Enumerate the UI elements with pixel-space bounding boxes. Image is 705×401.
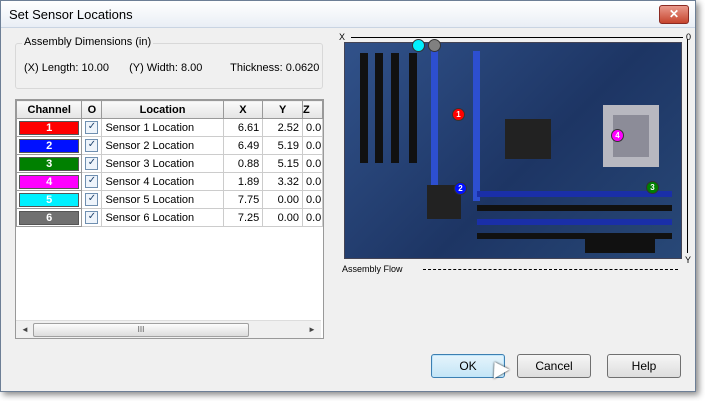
table-row[interactable]: 2 ✓ Sensor 2 Location 6.49 5.19 0.0 [16, 136, 323, 155]
enabled-checkbox[interactable]: ✓ [85, 139, 99, 152]
sensor-table[interactable]: Channel O Location X Y Z 1 ✓ Sensor 1 Loca… [15, 99, 324, 339]
enabled-checkbox[interactable]: ✓ [85, 211, 99, 224]
scroll-thumb[interactable]: III [33, 323, 249, 337]
board-components [360, 51, 672, 253]
horizontal-scrollbar[interactable]: ◄ III ► [16, 320, 321, 338]
enabled-checkbox[interactable]: ✓ [85, 157, 99, 170]
assembly-flow-label: Assembly Flow [342, 264, 403, 274]
table-row[interactable]: 5 ✓ Sensor 5 Location 7.75 0.00 0.0 [16, 190, 323, 209]
x-axis-line [351, 37, 683, 38]
x-cell[interactable]: 0.88 [222, 154, 264, 173]
x-cell[interactable]: 6.61 [222, 118, 264, 137]
z-cell[interactable]: 0.0 [301, 172, 323, 191]
z-cell[interactable]: 0.0 [301, 154, 323, 173]
z-cell[interactable]: 0.0 [301, 190, 323, 209]
channel-cell[interactable]: 3 [16, 154, 83, 173]
enabled-cell[interactable]: ✓ [81, 190, 103, 209]
sensor-2-marker[interactable]: 2 [454, 182, 467, 195]
y-axis-end-label: Y [684, 255, 691, 265]
channel-cell[interactable]: 5 [16, 190, 83, 209]
assembly-dimensions-group: Assembly Dimensions (in) (X) Length: 10.… [15, 36, 323, 89]
table-row[interactable]: 1 ✓ Sensor 1 Location 6.61 2.52 0.0 [16, 118, 323, 137]
title-bar[interactable]: Set Sensor Locations ✕ [1, 1, 695, 28]
y-cell[interactable]: 3.32 [262, 172, 303, 191]
help-button[interactable]: Help [607, 354, 681, 378]
dialog-title: Set Sensor Locations [9, 7, 133, 22]
z-cell[interactable]: 0.0 [301, 118, 323, 137]
enabled-cell[interactable]: ✓ [81, 118, 103, 137]
location-cell[interactable]: Sensor 3 Location [101, 154, 224, 173]
motherboard-image[interactable]: 1 2 3 4 [344, 42, 682, 259]
header-location[interactable]: Location [101, 100, 224, 119]
close-button[interactable]: ✕ [659, 5, 689, 24]
enabled-cell[interactable]: ✓ [81, 172, 103, 191]
y-cell[interactable]: 5.19 [262, 136, 303, 155]
header-z[interactable]: Z [301, 100, 323, 119]
channel-cell[interactable]: 6 [16, 208, 83, 227]
y-cell[interactable]: 2.52 [262, 118, 303, 137]
enabled-checkbox[interactable]: ✓ [85, 121, 99, 134]
location-cell[interactable]: Sensor 1 Location [101, 118, 224, 137]
assembly-board-view: X 0 Y 1 2 3 4 [339, 31, 691, 271]
sensor-5-marker[interactable] [412, 39, 425, 52]
location-cell[interactable]: Sensor 4 Location [101, 172, 224, 191]
dialog-window: Set Sensor Locations ✕ Assembly Dimensio… [0, 0, 696, 392]
header-channel[interactable]: Channel [16, 100, 83, 119]
enabled-checkbox[interactable]: ✓ [85, 175, 99, 188]
channel-color-swatch[interactable]: 6 [19, 210, 80, 225]
table-row[interactable]: 4 ✓ Sensor 4 Location 1.89 3.32 0.0 [16, 172, 323, 191]
channel-color-swatch[interactable]: 2 [19, 138, 80, 153]
assembly-flow-arrow [423, 269, 678, 270]
channel-cell[interactable]: 2 [16, 136, 83, 155]
channel-color-swatch[interactable]: 3 [19, 156, 80, 171]
header-x[interactable]: X [222, 100, 264, 119]
y-cell[interactable]: 0.00 [262, 208, 303, 227]
table-row[interactable]: 3 ✓ Sensor 3 Location 0.88 5.15 0.0 [16, 154, 323, 173]
location-cell[interactable]: Sensor 6 Location [101, 208, 224, 227]
y-axis-line [687, 39, 688, 253]
header-y[interactable]: Y [262, 100, 303, 119]
scroll-right-icon[interactable]: ► [305, 323, 319, 336]
sensor-4-marker[interactable]: 4 [611, 129, 624, 142]
z-cell[interactable]: 0.0 [301, 208, 323, 227]
enabled-checkbox[interactable]: ✓ [85, 193, 99, 206]
enabled-cell[interactable]: ✓ [81, 208, 103, 227]
x-cell[interactable]: 6.49 [222, 136, 264, 155]
x-cell[interactable]: 7.75 [222, 190, 264, 209]
z-cell[interactable]: 0.0 [301, 136, 323, 155]
sensor-1-marker[interactable]: 1 [452, 108, 465, 121]
y-cell[interactable]: 0.00 [262, 190, 303, 209]
location-cell[interactable]: Sensor 2 Location [101, 136, 224, 155]
width-value: (Y) Width: 8.00 [129, 62, 203, 74]
channel-cell[interactable]: 4 [16, 172, 83, 191]
length-value: (X) Length: 10.00 [24, 62, 110, 74]
header-o[interactable]: O [81, 100, 103, 119]
channel-cell[interactable]: 1 [16, 118, 83, 137]
scroll-left-icon[interactable]: ◄ [18, 323, 32, 336]
cancel-button[interactable]: Cancel [517, 354, 591, 378]
enabled-cell[interactable]: ✓ [81, 136, 103, 155]
x-cell[interactable]: 1.89 [222, 172, 264, 191]
dimensions-legend: Assembly Dimensions (in) [22, 36, 154, 48]
channel-color-swatch[interactable]: 1 [19, 120, 80, 135]
sensor-3-marker[interactable]: 3 [646, 181, 659, 194]
sensor-6-marker[interactable] [428, 39, 441, 52]
y-cell[interactable]: 5.15 [262, 154, 303, 173]
thickness-value: Thickness: 0.0620 [230, 62, 320, 74]
channel-color-swatch[interactable]: 4 [19, 174, 80, 189]
location-cell[interactable]: Sensor 5 Location [101, 190, 224, 209]
x-axis-start-label: X [339, 32, 346, 42]
table-row[interactable]: 6 ✓ Sensor 6 Location 7.25 0.00 0.0 [16, 208, 323, 227]
channel-color-swatch[interactable]: 5 [19, 192, 80, 207]
x-cell[interactable]: 7.25 [222, 208, 264, 227]
enabled-cell[interactable]: ✓ [81, 154, 103, 173]
